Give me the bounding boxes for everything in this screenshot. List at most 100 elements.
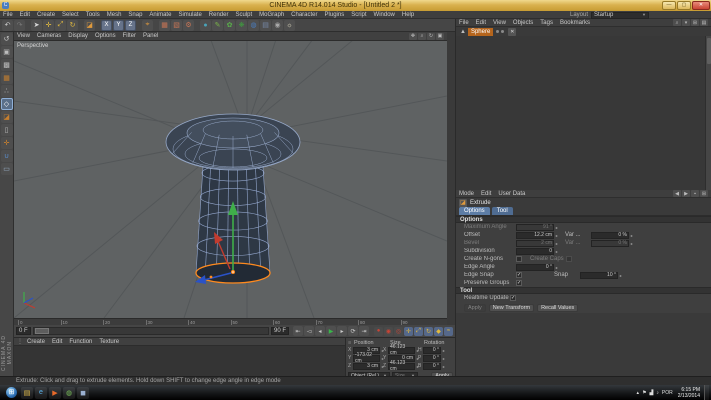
scrollbar[interactable] [705,36,711,190]
tool-section-header[interactable]: Tool [456,287,711,294]
camera-icon[interactable]: ◉ [272,19,283,31]
menu-item[interactable]: MoGraph [259,12,284,18]
rotation-p-field[interactable]: 0 ° [423,354,442,362]
workplane-mode-icon[interactable]: ▦ [0,72,13,84]
menu-item[interactable]: Window [374,12,395,18]
subdivision-field[interactable]: 0 [516,247,554,255]
object-manager-menu-item[interactable]: Tags [540,20,553,26]
menu-item[interactable]: Select [62,12,79,18]
filter-icon[interactable]: ▾ [682,19,690,26]
redo-icon[interactable]: ↷ [14,19,25,31]
object-manager-body[interactable] [456,36,711,190]
tab-tool[interactable]: Tool [491,207,513,215]
material-menu-item[interactable]: Texture [99,339,119,345]
scrollbar-thumb[interactable] [707,38,711,64]
menu-item[interactable]: Render [209,12,229,18]
pan-view-icon[interactable]: ✥ [409,32,417,40]
object-name[interactable]: Sphere [467,27,494,36]
rotation-b-field[interactable]: 0 ° [423,362,442,370]
move-icon[interactable]: ✛ [43,19,54,31]
object-manager-menu-item[interactable]: View [493,20,506,26]
generators-icon[interactable]: ✿ [224,19,235,31]
environment-icon[interactable]: ◍ [248,19,259,31]
size-x-field[interactable]: 46.123 cm [388,344,416,356]
menu-item[interactable]: Edit [20,12,30,18]
timeline-ruler[interactable]: 0 10 20 30 40 50 60 70 80 90 [14,318,447,325]
polygons-mode-icon[interactable]: ◪ [0,111,13,123]
coordinate-system-icon[interactable]: ⌖ [142,19,153,31]
attribute-menu-item[interactable]: User Data [498,191,525,197]
snap-icon[interactable]: ∪ [0,150,13,162]
menu-item[interactable]: Sculpt [235,12,252,18]
material-list-area[interactable] [14,346,345,377]
object-manager-menu-item[interactable]: Edit [476,20,486,26]
rotate-icon[interactable]: ↻ [67,19,78,31]
render-settings-icon[interactable]: ⚙ [183,19,194,31]
layout-select[interactable]: Startup ▼ [591,11,650,19]
show-desktop-button[interactable] [704,385,709,400]
viewport-scene[interactable]: Perspective [13,0,448,319]
size-z-field[interactable]: 46.123 cm [388,360,416,372]
tray-network-icon[interactable]: ▟ [650,390,654,396]
viewport-menu-item[interactable]: Filter [123,33,136,39]
offset-field[interactable]: 12.2 cm [516,231,554,239]
tray-up-arrow-icon[interactable]: ▴ [637,390,640,396]
start-frame-field[interactable]: 0 F [16,327,31,335]
viewport-canvas[interactable] [13,0,448,319]
record-keyframe-button[interactable]: ● [374,326,383,336]
zoom-view-icon[interactable]: ⌕ [418,32,426,40]
recall-values-button[interactable]: Recall Values [537,303,579,312]
start-button[interactable]: ⊞ [6,387,17,398]
y-axis-lock-icon[interactable]: Y [113,19,124,31]
create-ngons-checkbox[interactable] [516,256,522,262]
minimize-button[interactable]: — [662,1,676,10]
taskbar-app-c4d[interactable]: ◼ [77,386,89,399]
maximize-button[interactable]: ▢ [677,1,691,10]
taskbar-app-chrome[interactable]: ◍ [63,386,75,399]
autokeying-button[interactable]: ◉ [384,326,393,336]
offset-variance-field[interactable]: 0 % [591,231,630,239]
axis-mode-icon[interactable]: ✛ [0,137,13,149]
taskbar-app-media[interactable]: ▶ [49,386,61,399]
app-icon[interactable]: C [2,2,9,9]
lock-icon[interactable]: ▪ [691,190,699,197]
language-indicator[interactable]: POR [662,390,673,396]
taskbar-clock[interactable]: 6:15 PM 2/13/2014 [678,387,700,399]
timeline-slider[interactable] [32,327,269,335]
render-view-icon[interactable]: ▦ [159,19,170,31]
attribute-menu-item[interactable]: Edit [481,191,491,197]
record-rotation-button[interactable]: ↻ [424,326,433,336]
model-mode-icon[interactable]: ▣ [0,46,13,58]
x-axis-lock-icon[interactable]: X [101,19,112,31]
search-icon[interactable]: ⌕ [673,19,681,26]
spline-pen-icon[interactable]: ✎ [212,19,223,31]
material-menu-item[interactable]: Create [27,339,45,345]
snap-angle-field[interactable]: 10 ° [580,271,618,279]
texture-mode-icon[interactable]: ▩ [0,59,13,71]
edge-angle-field[interactable]: 0 ° [516,263,554,271]
previous-frame-button[interactable]: ◂ [315,326,325,336]
visibility-dot-icon[interactable] [496,30,500,33]
list-icon[interactable]: ▤ [700,19,708,26]
panel-icon[interactable]: ⊞ [691,19,699,26]
menu-item[interactable]: Script [351,12,366,18]
menu-item[interactable]: File [3,12,13,18]
position-z-field[interactable]: 3 cm [353,362,380,370]
realtime-update-checkbox[interactable]: ✓ [510,295,516,301]
record-pla-button[interactable]: ≈ [444,326,453,336]
goto-start-button[interactable]: ⇤ [293,326,303,336]
object-manager-menu-item[interactable]: Bookmarks [560,20,590,26]
edge-snap-checkbox[interactable]: ✓ [516,272,522,278]
record-position-button[interactable]: ✛ [404,326,413,336]
previous-key-button[interactable]: ◅ [304,326,314,336]
menu-item[interactable]: Plugins [325,12,345,18]
keyframe-selection-button[interactable]: ◎ [394,326,403,336]
play-button[interactable]: ▶ [326,326,336,336]
tray-action-center-icon[interactable]: ⚑ [642,390,646,396]
cycle-button[interactable]: ⟳ [348,326,358,336]
menu-item[interactable]: Animate [149,12,171,18]
last-tool-extrude-icon[interactable]: ◪ [84,19,95,31]
taskbar-app-explorer[interactable]: ▤ [21,386,33,399]
viewport-menu-item[interactable]: Options [95,33,116,39]
next-frame-button[interactable]: ▸ [337,326,347,336]
